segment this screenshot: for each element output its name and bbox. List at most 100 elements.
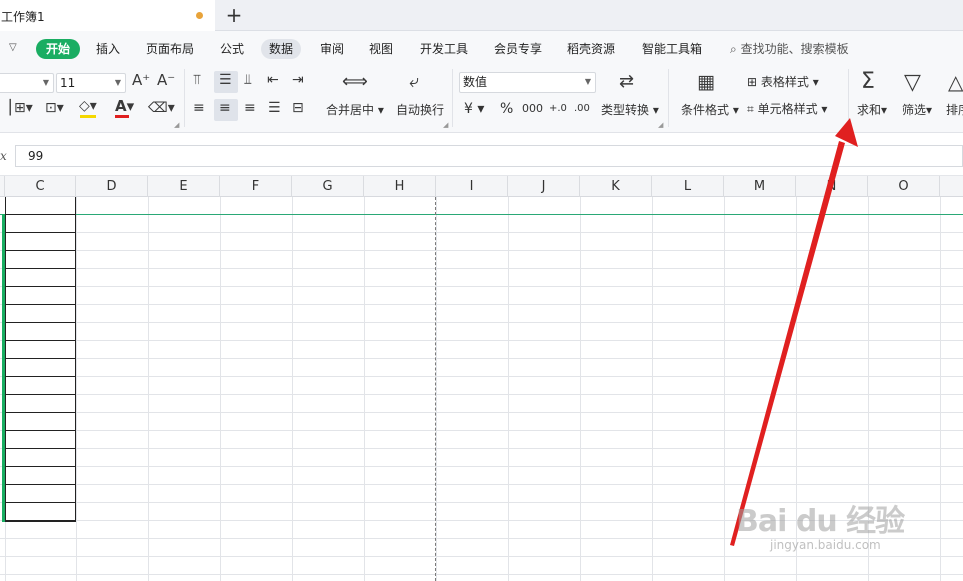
filter-label: 筛选 bbox=[902, 103, 927, 117]
merge-center-icon[interactable]: ⟺ bbox=[342, 73, 368, 91]
column-header-d[interactable]: D bbox=[76, 176, 148, 197]
separator bbox=[452, 69, 453, 127]
spreadsheet-grid[interactable]: C D E F G H I J K L M N O bbox=[0, 176, 963, 581]
column-header-j[interactable]: J bbox=[508, 176, 580, 197]
thousands-button[interactable]: 000 bbox=[522, 100, 543, 118]
percent-button[interactable]: % bbox=[500, 100, 513, 118]
table-style-button[interactable]: ⊞ 表格样式 ▾ bbox=[747, 73, 819, 91]
grid-vline bbox=[436, 197, 437, 581]
type-convert-button[interactable]: 类型转换 ▾ bbox=[601, 101, 659, 119]
font-color-icon[interactable]: A▾ bbox=[115, 99, 134, 114]
font-size-select[interactable]: 11 ▼ bbox=[56, 73, 126, 93]
menu-page-layout[interactable]: 页面布局 bbox=[146, 39, 194, 59]
column-header-p[interactable] bbox=[940, 176, 963, 197]
indent-decrease-icon[interactable]: ⇤ bbox=[267, 73, 279, 87]
filter-button[interactable]: 筛选▾ bbox=[902, 101, 932, 119]
cell-format-icon[interactable]: ⊡▾ bbox=[45, 101, 64, 115]
border-left-icon[interactable]: ▕ bbox=[0, 101, 11, 115]
chevron-down-icon[interactable]: ▽ bbox=[9, 42, 17, 53]
align-middle-icon[interactable]: ☰ bbox=[219, 73, 232, 87]
column-header-i[interactable]: I bbox=[436, 176, 508, 197]
column-header-c[interactable]: C bbox=[5, 176, 76, 197]
menu-data[interactable]: 数据 bbox=[261, 39, 302, 59]
formula-input[interactable]: 99 bbox=[15, 145, 963, 167]
fill-color-icon[interactable]: ◇▾ bbox=[79, 99, 97, 113]
justify-icon[interactable]: ☰ bbox=[268, 101, 281, 115]
eraser-icon[interactable]: ⌫▾ bbox=[148, 101, 175, 115]
ribbon: ▼ 11 ▼ A⁺ A⁻ ▕ ⊞▾ ⊡▾ ◇▾ A▾ ⌫▾ ◢ ⫪ ☰ ⫫ ⇤ ⇥… bbox=[0, 65, 963, 133]
border-icon[interactable]: ⊞▾ bbox=[14, 101, 33, 115]
grid-hline bbox=[0, 556, 963, 557]
menu-formula[interactable]: 公式 bbox=[220, 39, 244, 59]
new-tab-button[interactable]: + bbox=[224, 3, 244, 27]
document-tab[interactable]: 工作簿1 bbox=[0, 0, 215, 31]
page-break-line bbox=[435, 197, 436, 581]
column-header-o[interactable]: O bbox=[868, 176, 940, 197]
menu-search[interactable]: ⌕ 查找功能、搜索模板 bbox=[730, 39, 849, 59]
menu-developer[interactable]: 开发工具 bbox=[420, 39, 468, 59]
align-bottom-icon[interactable]: ⫫ bbox=[244, 73, 252, 87]
align-right-icon[interactable]: ≡ bbox=[244, 101, 256, 115]
column-header-e[interactable]: E bbox=[148, 176, 220, 197]
grid-vline bbox=[292, 197, 293, 581]
fx-icon[interactable]: x bbox=[0, 149, 7, 163]
font-name-select[interactable]: ▼ bbox=[0, 73, 54, 93]
sort-icon[interactable]: △ bbox=[948, 72, 963, 92]
font-group-corner[interactable]: ◢ bbox=[174, 121, 179, 129]
column-header-n[interactable]: N bbox=[796, 176, 868, 197]
sum-icon[interactable]: Σ bbox=[861, 71, 875, 93]
wrap-text-icon[interactable]: ⤶ bbox=[409, 73, 419, 91]
increase-font-icon[interactable]: A⁺ bbox=[132, 73, 150, 88]
align-left-icon[interactable]: ≡ bbox=[193, 101, 205, 115]
column-header-k[interactable]: K bbox=[580, 176, 652, 197]
decrease-font-icon[interactable]: A⁻ bbox=[157, 73, 175, 88]
column-header-g[interactable]: G bbox=[292, 176, 364, 197]
cell-style-button[interactable]: ⌗ 单元格样式 ▾ bbox=[747, 100, 827, 118]
menu-home[interactable]: 开始 bbox=[36, 39, 81, 59]
conditional-format-icon[interactable]: ▦ bbox=[697, 73, 715, 92]
menu-smart-tools[interactable]: 智能工具箱 bbox=[642, 39, 702, 59]
conditional-format-label: 条件格式 bbox=[681, 103, 730, 117]
grid-vline bbox=[940, 197, 941, 581]
grid-vline bbox=[76, 197, 77, 581]
align-group-corner[interactable]: ◢ bbox=[443, 121, 448, 129]
column-header-m[interactable]: M bbox=[724, 176, 796, 197]
sum-button[interactable]: 求和▾ bbox=[857, 101, 887, 119]
column-header-h[interactable]: H bbox=[364, 176, 436, 197]
bordered-range-c[interactable] bbox=[5, 214, 76, 522]
menu-member[interactable]: 会员专享 bbox=[494, 39, 542, 59]
increase-decimal-button[interactable]: +.0 bbox=[549, 100, 567, 118]
menu-docer[interactable]: 稻壳资源 bbox=[567, 39, 615, 59]
conditional-format-button[interactable]: 条件格式 ▾ bbox=[681, 101, 739, 119]
sum-label: 求和 bbox=[857, 103, 882, 117]
align-center-icon[interactable]: ≡ bbox=[219, 101, 231, 115]
type-convert-icon[interactable]: ⇄ bbox=[619, 73, 634, 91]
font-color-bar bbox=[115, 115, 129, 118]
decrease-decimal-button[interactable]: .00 bbox=[574, 100, 590, 118]
indent-increase-icon[interactable]: ⇥ bbox=[292, 73, 304, 87]
bordered-row-line bbox=[5, 520, 76, 521]
grid-hline bbox=[0, 502, 963, 503]
menu-insert[interactable]: 插入 bbox=[96, 39, 120, 59]
grid-hline bbox=[0, 466, 963, 467]
bordered-row-line bbox=[5, 286, 76, 287]
menu-review[interactable]: 审阅 bbox=[320, 39, 344, 59]
column-c-border-top bbox=[5, 197, 76, 214]
column-header-f[interactable]: F bbox=[220, 176, 292, 197]
filter-icon[interactable]: ▽ bbox=[904, 72, 921, 94]
column-header-l[interactable]: L bbox=[652, 176, 724, 197]
align-top-icon[interactable]: ⫪ bbox=[193, 73, 201, 87]
grid-hline bbox=[0, 286, 963, 287]
number-group-corner[interactable]: ◢ bbox=[658, 121, 663, 129]
wrap-text-button[interactable]: 自动换行 bbox=[396, 101, 444, 119]
menu-view[interactable]: 视图 bbox=[369, 39, 393, 59]
formula-bar: x 99 bbox=[0, 133, 963, 176]
currency-button[interactable]: ¥ ▾ bbox=[464, 100, 484, 118]
merge-center-button[interactable]: 合并居中 ▾ bbox=[326, 101, 384, 119]
number-format-select[interactable]: 数值 ▼ bbox=[459, 72, 596, 93]
distribute-icon[interactable]: ⊟ bbox=[292, 101, 304, 115]
grid-hline bbox=[0, 574, 963, 575]
grid-vline bbox=[796, 197, 797, 581]
title-bar: 工作簿1 + bbox=[0, 0, 963, 31]
sort-button[interactable]: 排序 bbox=[946, 101, 963, 119]
